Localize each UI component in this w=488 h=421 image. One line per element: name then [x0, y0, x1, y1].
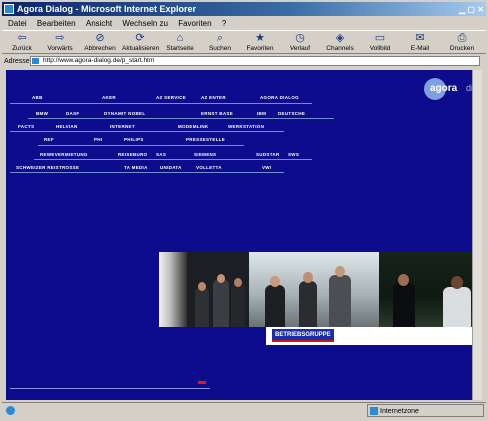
nav-link[interactable]: FACTS — [18, 124, 34, 129]
refresh-icon: ⟳ — [135, 32, 145, 44]
back-arrow-icon: ⇦ — [17, 32, 27, 44]
nav-link[interactable]: SWS — [288, 152, 299, 157]
browser-window: Agora Dialog - Microsoft Internet Explor… — [0, 0, 488, 421]
menu-item-favoriten[interactable]: Favoriten — [178, 18, 211, 30]
menu-item-ansicht[interactable]: Ansicht — [86, 18, 112, 30]
nav-link[interactable]: UNIDATA — [160, 165, 182, 170]
nav-link[interactable]: BMW — [36, 111, 48, 116]
nav-link[interactable]: SUDSTAR — [256, 152, 280, 157]
stop-button[interactable]: ⊘ Abbrechen — [82, 32, 118, 54]
nav-link[interactable]: INTERNET — [110, 124, 135, 129]
zone-label: Internetzone — [380, 408, 419, 415]
fullscreen-button[interactable]: ▭ Vollbild — [362, 32, 398, 54]
photo-3 — [249, 252, 379, 327]
nav-link[interactable]: HELVIAN — [56, 124, 78, 129]
forward-arrow-icon: ⇨ — [55, 32, 65, 44]
nav-link[interactable]: AZ SERVICE — [156, 95, 186, 100]
nav-link[interactable]: AKER — [102, 95, 116, 100]
photo-1 — [159, 252, 187, 327]
nav-link[interactable]: MODEMLINK — [178, 124, 208, 129]
nav-link[interactable]: ABB — [32, 95, 43, 100]
photo-banner: BETRIEBSGRUPPE — [266, 327, 482, 345]
nav-link[interactable]: SCHWEIZER REISTROSSE — [16, 165, 79, 170]
search-icon: ⌕ — [216, 32, 224, 44]
nav-link[interactable]: AZ ENTER — [201, 95, 226, 100]
nav-link[interactable]: SAS — [156, 152, 166, 157]
home-icon: ⌂ — [176, 32, 184, 44]
nav-link[interactable]: PRESSESTELLE — [186, 137, 225, 142]
ie-status-icon — [6, 406, 15, 415]
refresh-button[interactable]: ⟳ Aktualisieren — [122, 32, 159, 54]
banner-badge: BETRIEBSGRUPPE — [272, 329, 334, 342]
nav-link[interactable]: TA MEDIA — [124, 165, 148, 170]
nav-underline — [10, 131, 284, 132]
nav-link[interactable]: ERNST BASE — [201, 111, 233, 116]
favorites-button[interactable]: ★ Favoriten — [242, 32, 278, 54]
address-input[interactable]: http://www.agora-dialog.de/p_start.htm — [30, 56, 480, 66]
window-controls[interactable]: ▁ ▢ ✕ — [459, 3, 484, 17]
nav-underline — [10, 172, 284, 173]
nav-link[interactable]: REISEBURO — [118, 152, 147, 157]
page-icon — [32, 58, 39, 64]
nav-link[interactable]: DASF — [66, 111, 79, 116]
nav-link[interactable]: PHI — [94, 137, 102, 142]
nav-link[interactable]: SIEMENS — [194, 152, 216, 157]
nav-underline — [10, 103, 312, 104]
search-button[interactable]: ⌕ Suchen — [202, 32, 238, 54]
globe-icon — [370, 407, 378, 415]
nav-link[interactable]: REF — [44, 137, 54, 142]
vertical-scrollbar[interactable] — [472, 70, 482, 400]
photo-strip — [159, 252, 482, 327]
menu-item-wechseln[interactable]: Wechseln zu — [122, 18, 168, 30]
print-button[interactable]: ⎙ Drucken — [444, 32, 480, 54]
security-zone: Internetzone — [367, 404, 484, 417]
nav-underline — [38, 145, 244, 146]
window-title: Agora Dialog - Microsoft Internet Explor… — [17, 4, 197, 14]
home-button[interactable]: ⌂ Startseite — [162, 32, 198, 54]
stop-icon: ⊘ — [95, 32, 105, 44]
print-icon: ⎙ — [457, 32, 467, 44]
nav-underline — [28, 118, 334, 119]
nav-link[interactable]: PHILIPS — [124, 137, 144, 142]
menu-bar: Datei Bearbeiten Ansicht Wechseln zu Fav… — [2, 18, 486, 30]
address-url: http://www.agora-dialog.de/p_start.htm — [43, 57, 155, 64]
logo-primary: agora — [430, 83, 458, 94]
history-icon: ◷ — [295, 32, 305, 44]
menu-item-datei[interactable]: Datei — [8, 18, 27, 30]
accent-mark — [198, 381, 206, 384]
menu-item-help[interactable]: ? — [222, 18, 226, 30]
channels-icon: ◈ — [335, 32, 345, 44]
ie-icon — [4, 4, 14, 14]
mail-button[interactable]: ✉ E-Mail — [402, 32, 438, 54]
photo-2 — [187, 252, 249, 327]
address-bar: Adresse http://www.agora-dialog.de/p_sta… — [2, 56, 486, 67]
channels-button[interactable]: ◈ Channels — [322, 32, 358, 54]
nav-link[interactable]: VOLLETTA — [196, 165, 222, 170]
toolbar: ⇦ Zurück ⇨ Vorwärts ⊘ Abbrechen ⟳ Aktualisie… — [2, 30, 486, 54]
menu-item-bearbeiten[interactable]: Bearbeiten — [37, 18, 76, 30]
nav-link[interactable]: IBM — [257, 111, 266, 116]
favorites-icon: ★ — [255, 32, 265, 44]
nav-link[interactable]: DYNAMIT NOBEL — [104, 111, 145, 116]
address-label: Adresse — [4, 58, 30, 65]
nav-link[interactable]: VWI — [262, 165, 271, 170]
mail-icon: ✉ — [415, 32, 425, 44]
back-button[interactable]: ⇦ Zurück — [4, 32, 40, 54]
status-bar: Internetzone — [2, 402, 486, 418]
nav-link[interactable]: DEUTSCHE — [278, 111, 305, 116]
nav-link[interactable]: REWEVERMIETUNG — [40, 152, 88, 157]
nav-underline — [34, 159, 312, 160]
nav-link[interactable]: WERKSTATION — [228, 124, 264, 129]
history-button[interactable]: ◷ Verlauf — [282, 32, 318, 54]
title-bar: Agora Dialog - Microsoft Internet Explor… — [2, 2, 486, 16]
nav-link[interactable]: AGORA DIALOG — [260, 95, 299, 100]
bottom-divider — [10, 388, 210, 389]
photo-4 — [379, 252, 482, 327]
forward-button[interactable]: ⇨ Vorwärts — [42, 32, 78, 54]
page-content: agora dialog ABB AKER AZ SERVICE AZ ENTE… — [6, 70, 482, 400]
fullscreen-icon: ▭ — [374, 32, 386, 44]
